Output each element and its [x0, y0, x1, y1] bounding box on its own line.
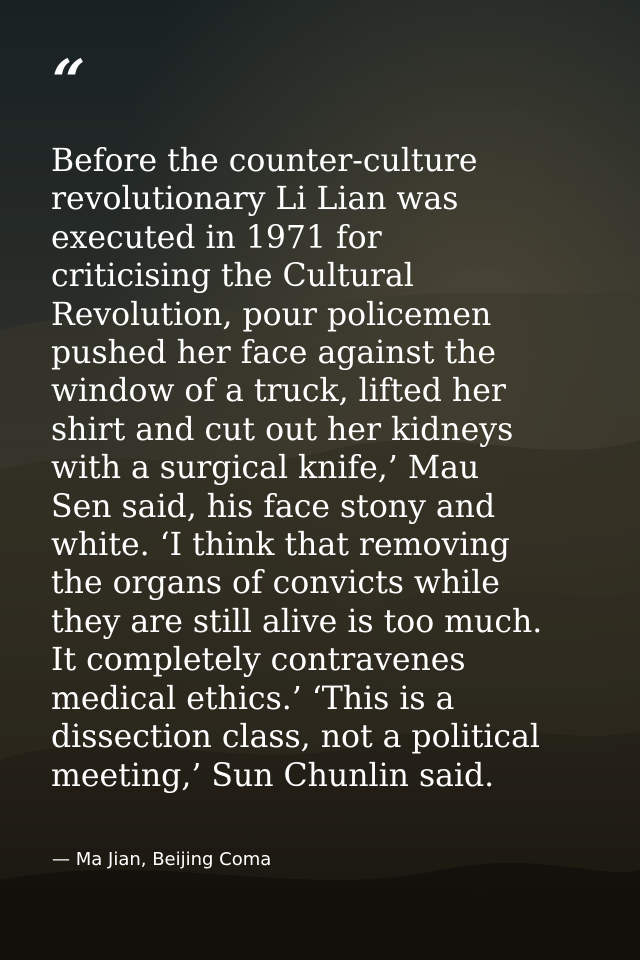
quote-attribution: — Ma Jian, Beijing Coma [52, 849, 272, 870]
quote-card: “ Before the counter-culture revolutiona… [0, 0, 640, 960]
quote-mark-icon: “ [52, 47, 85, 115]
quote-text: Before the counter-culture revolutionary… [51, 143, 543, 794]
